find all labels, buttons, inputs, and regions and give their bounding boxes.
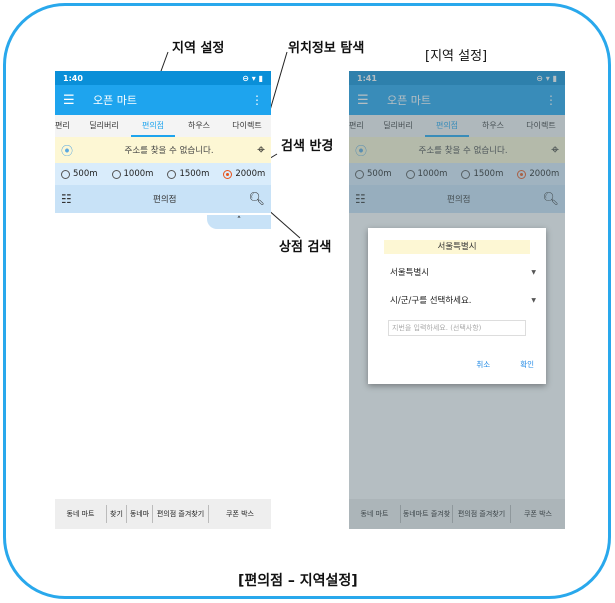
dropdown-arrow-icon: ▼ [531, 296, 536, 304]
tab-convenience-store[interactable]: 편의점 [131, 115, 175, 137]
more-options-icon[interactable]: ⋮ [251, 93, 263, 107]
tab-house[interactable]: 하우스 [175, 115, 223, 137]
status-time: 1:40 [63, 73, 83, 83]
bottom-nav: 동네 마트 찾기 동네마 편의점 즐겨찾기 쿠폰 박스 [55, 499, 271, 529]
callout-region-setting: 지역 설정 [172, 41, 225, 56]
app-bar: ☰ 오픈 마트 ⋮ [55, 85, 271, 115]
city-select[interactable]: 서울특별시 ▼ [390, 262, 536, 282]
radius-option-1000[interactable]: 1000m [111, 169, 153, 179]
region-dialog: 서울특별시 서울특별시 ▼ 시/군/구를 선택하세요. ▼ 지번을 입력하세요.… [368, 228, 546, 384]
search-icon[interactable]: 🔍︎ [248, 192, 265, 207]
bottom-caption: [편의점 – 지역설정] [238, 573, 358, 589]
app-title: 오픈 마트 [93, 94, 137, 107]
district-select[interactable]: 시/군/구를 선택하세요. ▼ [390, 290, 536, 310]
status-icons: ⊖ ▾ ▮ [242, 73, 263, 83]
confirm-button[interactable]: 확인 [520, 359, 534, 370]
dialog-title: 서울특별시 [384, 240, 530, 254]
nav-coupon-box[interactable]: 쿠폰 박스 [209, 505, 271, 523]
dialog-buttons: 취소 확인 [476, 359, 534, 370]
location-pin-icon[interactable]: ⦿ [61, 142, 81, 159]
search-label: 편의점 [153, 195, 177, 205]
list-icon[interactable]: ☷ [61, 192, 81, 206]
nav-find[interactable]: 찾기 [107, 505, 127, 523]
radius-option-2000[interactable]: 2000m [223, 169, 265, 179]
category-tabs: 편리 딜리버리 편의점 하우스 다이렉트 [55, 115, 271, 137]
status-bar: 1:40 ⊖ ▾ ▮ [55, 71, 271, 85]
radius-option-1500[interactable]: 1500m [167, 169, 209, 179]
store-search-row: ☷ 편의점 🔍︎ [55, 185, 271, 213]
address-detail-input[interactable]: 지번을 입력하세요. (선택사항) [388, 320, 526, 336]
address-bar: ⦿ 주소를 찾을 수 없습니다. ⌖ [55, 137, 271, 163]
nav-store-favorites[interactable]: 편의점 즐겨찾기 [153, 505, 209, 523]
location-target-icon[interactable]: ⌖ [257, 142, 265, 158]
district-select-value: 시/군/구를 선택하세요. [390, 296, 472, 306]
tab-delivery[interactable]: 딜리버리 [77, 115, 131, 137]
cancel-button[interactable]: 취소 [476, 359, 490, 370]
menu-icon[interactable]: ☰ [63, 93, 85, 108]
phone-right: 1:41 ⊖ ▾ ▮ ☰ 오픈 마트 ⋮ 편리 딜리버리 편의점 하우스 다이렉… [349, 71, 565, 529]
address-text[interactable]: 주소를 찾을 수 없습니다. [81, 144, 257, 156]
right-caption: [지역 설정] [425, 49, 488, 64]
callout-store-search: 상점 검색 [279, 240, 332, 255]
radius-options: 500m 1000m 1500m 2000m [55, 163, 271, 185]
nav-local-mart[interactable]: 동네 마트 [55, 505, 107, 523]
callout-search-radius: 검색 반경 [281, 139, 334, 154]
callout-location-search: 위치정보 탐색 [288, 41, 365, 56]
dropdown-arrow-icon: ▼ [531, 268, 536, 276]
collapse-toggle[interactable]: ˄ [207, 215, 271, 229]
city-select-value: 서울특별시 [390, 268, 430, 278]
phone-left: 1:40 ⊖ ▾ ▮ ☰ 오픈 마트 ⋮ 편리 딜리버리 편의점 하우스 다이렉… [55, 71, 271, 529]
tab-direct[interactable]: 다이렉트 [223, 115, 271, 137]
radius-option-500[interactable]: 500m [61, 169, 98, 179]
nav-local-mart-fav[interactable]: 동네마 [127, 505, 153, 523]
tab-convenience[interactable]: 편리 [55, 115, 77, 137]
